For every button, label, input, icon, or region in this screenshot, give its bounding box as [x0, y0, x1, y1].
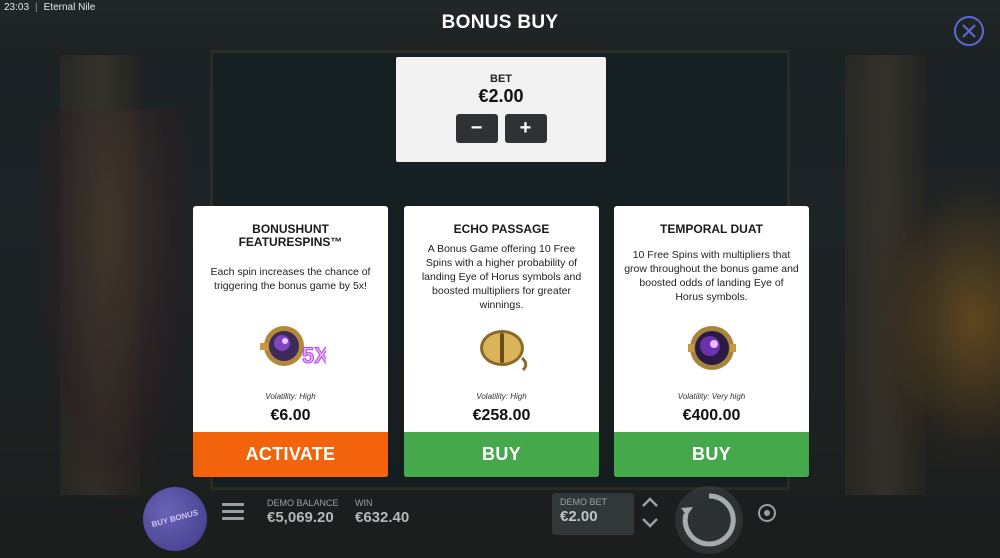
menu-icon[interactable] — [222, 503, 244, 521]
bet-increase-button[interactable]: + — [504, 114, 547, 143]
svg-text:5X: 5X — [302, 343, 326, 368]
card-description: A Bonus Game offering 10 Free Spins with… — [421, 243, 582, 311]
buy-button[interactable]: BUY — [404, 432, 599, 477]
buy-button[interactable]: BUY — [614, 432, 809, 477]
volatility-label: Volatility: Very high — [677, 392, 746, 401]
demo-bet-label: DEMO BET — [560, 497, 608, 507]
win-display: WIN €632.40 — [355, 498, 409, 526]
close-icon — [962, 24, 976, 38]
volatility-label: Volatility: High — [265, 392, 316, 401]
card-description: 10 Free Spins with multipliers that grow… — [624, 249, 799, 303]
demo-balance: DEMO BALANCE €5,069.20 — [267, 498, 339, 526]
spin-button[interactable] — [671, 482, 747, 558]
galaxy-orb-icon — [687, 326, 736, 370]
bet-panel: BET €2.00 − + — [396, 57, 606, 162]
card-description: Each spin increases the chance of trigge… — [210, 266, 371, 292]
card-title: TEMPORAL DUAT — [660, 222, 763, 236]
eye-of-horus-5x-icon: 5X — [259, 326, 326, 369]
win-value: €632.40 — [355, 509, 410, 526]
activate-button[interactable]: ACTIVATE — [193, 432, 388, 477]
balance-value: €5,069.20 — [267, 509, 334, 526]
card-title: ECHO PASSAGE — [453, 222, 550, 236]
close-button[interactable] — [954, 16, 984, 46]
card-price: €258.00 — [472, 407, 531, 424]
bet-value: €2.00 — [478, 86, 524, 106]
card-price: €6.00 — [270, 407, 311, 424]
autoplay-icon[interactable] — [756, 502, 778, 524]
demo-bet-display: DEMO BET €2.00 — [552, 493, 634, 535]
golden-eye-icon — [479, 330, 527, 372]
bet-decrease-button[interactable]: − — [455, 114, 498, 143]
chevron-up-icon[interactable] — [641, 496, 659, 508]
demo-bet-value: €2.00 — [560, 508, 598, 525]
bonus-card-bonushunt: BONUSHUNT FEATURESPINS™ Each spin increa… — [193, 206, 388, 477]
bonus-card-echo-passage: ECHO PASSAGE A Bonus Game offering 10 Fr… — [404, 206, 599, 477]
bet-label: BET — [490, 73, 512, 85]
bonus-card-temporal-duat: TEMPORAL DUAT 10 Free Spins with multipl… — [614, 206, 809, 477]
chevron-down-icon[interactable] — [641, 517, 659, 529]
volatility-label: Volatility: High — [476, 392, 527, 401]
win-label: WIN — [355, 498, 373, 508]
page-title: BONUS BUY — [441, 12, 559, 33]
card-title: BONUSHUNT FEATURESPINS™ — [238, 222, 343, 249]
card-price: €400.00 — [682, 407, 741, 424]
balance-label: DEMO BALANCE — [267, 498, 339, 508]
